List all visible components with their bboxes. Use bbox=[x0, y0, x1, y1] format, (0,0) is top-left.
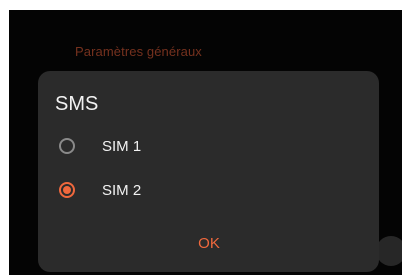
option-sim-2[interactable]: SIM 2 bbox=[38, 170, 379, 214]
option-sim-1[interactable]: SIM 1 bbox=[38, 126, 379, 170]
option-label: SIM 2 bbox=[102, 182, 142, 199]
option-label: SIM 1 bbox=[102, 138, 142, 155]
dialog-title: SMS bbox=[55, 93, 99, 115]
sms-sim-dialog: SMS SIM 1 SIM 2 OK bbox=[38, 71, 379, 272]
ok-button[interactable]: OK bbox=[178, 229, 240, 259]
screen: Paramètres généraux SMS SIM 1 SIM 2 OK bbox=[0, 0, 402, 275]
status-bar bbox=[0, 0, 402, 10]
radio-unchecked-icon[interactable] bbox=[59, 138, 75, 154]
radio-checked-icon[interactable] bbox=[59, 182, 75, 198]
